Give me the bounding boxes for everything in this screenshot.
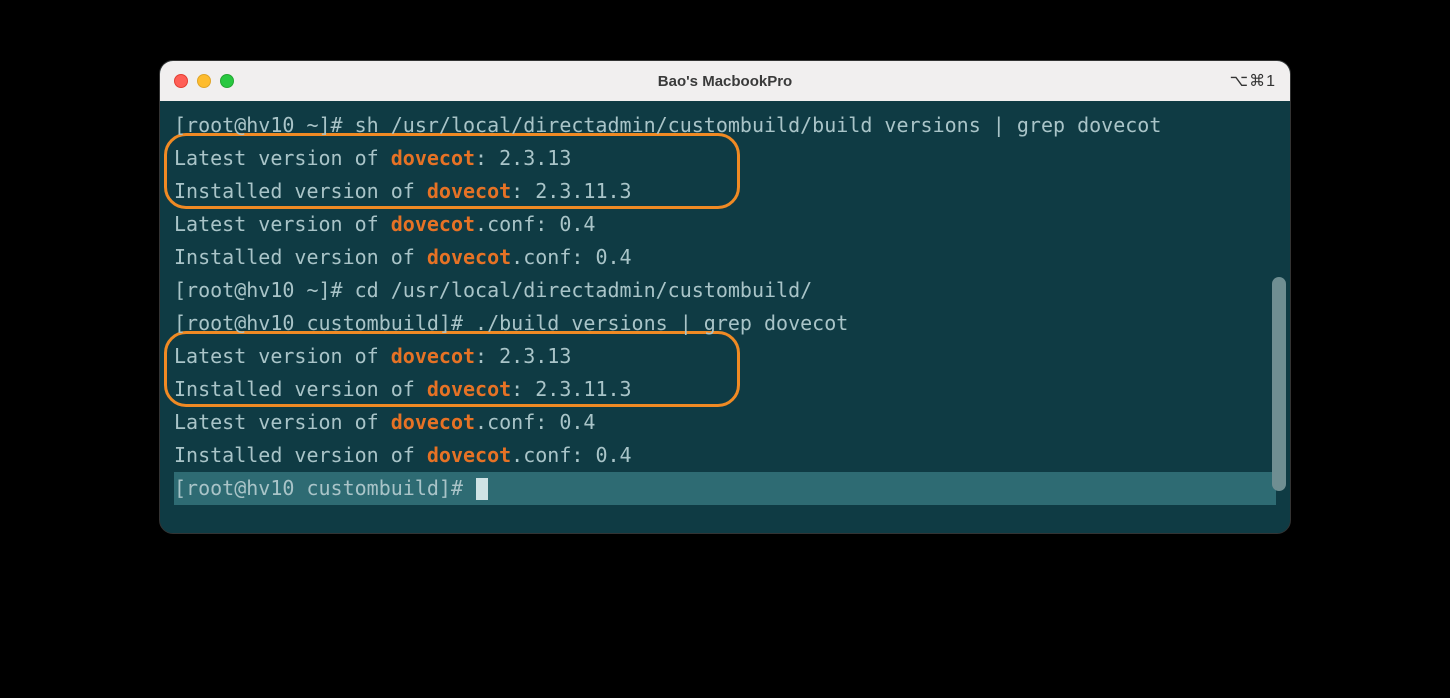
output-text: .conf: 0.4: [475, 212, 595, 236]
grep-match: dovecot: [391, 344, 475, 368]
output-text: : 2.3.11.3: [511, 179, 631, 203]
window-title: Bao's MacbookPro: [160, 73, 1290, 90]
terminal-line: [root@hv10 custombuild]# ./build version…: [174, 307, 1276, 340]
output-text: .conf: 0.4: [511, 245, 631, 269]
output-text: : 2.3.13: [475, 344, 571, 368]
output-text: .conf: 0.4: [511, 443, 631, 467]
terminal-line: Latest version of dovecot.conf: 0.4: [174, 208, 1276, 241]
terminal-line: Installed version of dovecot: 2.3.11.3: [174, 373, 1276, 406]
minimize-icon[interactable]: [197, 74, 211, 88]
traffic-lights: [174, 74, 234, 88]
grep-match: dovecot: [427, 245, 511, 269]
output-text: Latest version of: [174, 212, 391, 236]
output-text: Installed version of: [174, 245, 427, 269]
terminal-line: Latest version of dovecot.conf: 0.4: [174, 406, 1276, 439]
terminal-line: Installed version of dovecot.conf: 0.4: [174, 241, 1276, 274]
terminal-content[interactable]: [root@hv10 ~]# sh /usr/local/directadmin…: [160, 101, 1290, 533]
terminal-line: Installed version of dovecot: 2.3.11.3: [174, 175, 1276, 208]
terminal-line: Installed version of dovecot.conf: 0.4: [174, 439, 1276, 472]
grep-match: dovecot: [427, 443, 511, 467]
cursor-icon: [476, 478, 488, 500]
output-text: Latest version of: [174, 410, 391, 434]
prompt-text: [root@hv10 custombuild]#: [174, 476, 475, 500]
terminal-window: Bao's MacbookPro ⌥⌘1 [root@hv10 ~]# sh /…: [159, 60, 1291, 534]
grep-match: dovecot: [391, 146, 475, 170]
terminal-line: [root@hv10 ~]# cd /usr/local/directadmin…: [174, 274, 1276, 307]
scrollbar-thumb[interactable]: [1272, 277, 1286, 491]
output-text: Latest version of: [174, 344, 391, 368]
zoom-icon[interactable]: [220, 74, 234, 88]
command-text: [root@hv10 ~]# sh /usr/local/directadmin…: [174, 113, 1161, 137]
command-text: [root@hv10 custombuild]# ./build version…: [174, 311, 848, 335]
grep-match: dovecot: [427, 179, 511, 203]
output-text: .conf: 0.4: [475, 410, 595, 434]
output-text: : 2.3.11.3: [511, 377, 631, 401]
titlebar: Bao's MacbookPro ⌥⌘1: [160, 61, 1290, 101]
output-text: : 2.3.13: [475, 146, 571, 170]
grep-match: dovecot: [427, 377, 511, 401]
output-text: Installed version of: [174, 443, 427, 467]
terminal-line: Latest version of dovecot: 2.3.13: [174, 142, 1276, 175]
window-shortcut: ⌥⌘1: [1230, 71, 1276, 91]
output-text: Latest version of: [174, 146, 391, 170]
output-text: Installed version of: [174, 377, 427, 401]
grep-match: dovecot: [391, 410, 475, 434]
command-text: [root@hv10 ~]# cd /usr/local/directadmin…: [174, 278, 812, 302]
terminal-line: [root@hv10 ~]# sh /usr/local/directadmin…: [174, 109, 1276, 142]
output-text: Installed version of: [174, 179, 427, 203]
active-prompt-line[interactable]: [root@hv10 custombuild]#: [174, 472, 1276, 505]
terminal-line: Latest version of dovecot: 2.3.13: [174, 340, 1276, 373]
close-icon[interactable]: [174, 74, 188, 88]
grep-match: dovecot: [391, 212, 475, 236]
